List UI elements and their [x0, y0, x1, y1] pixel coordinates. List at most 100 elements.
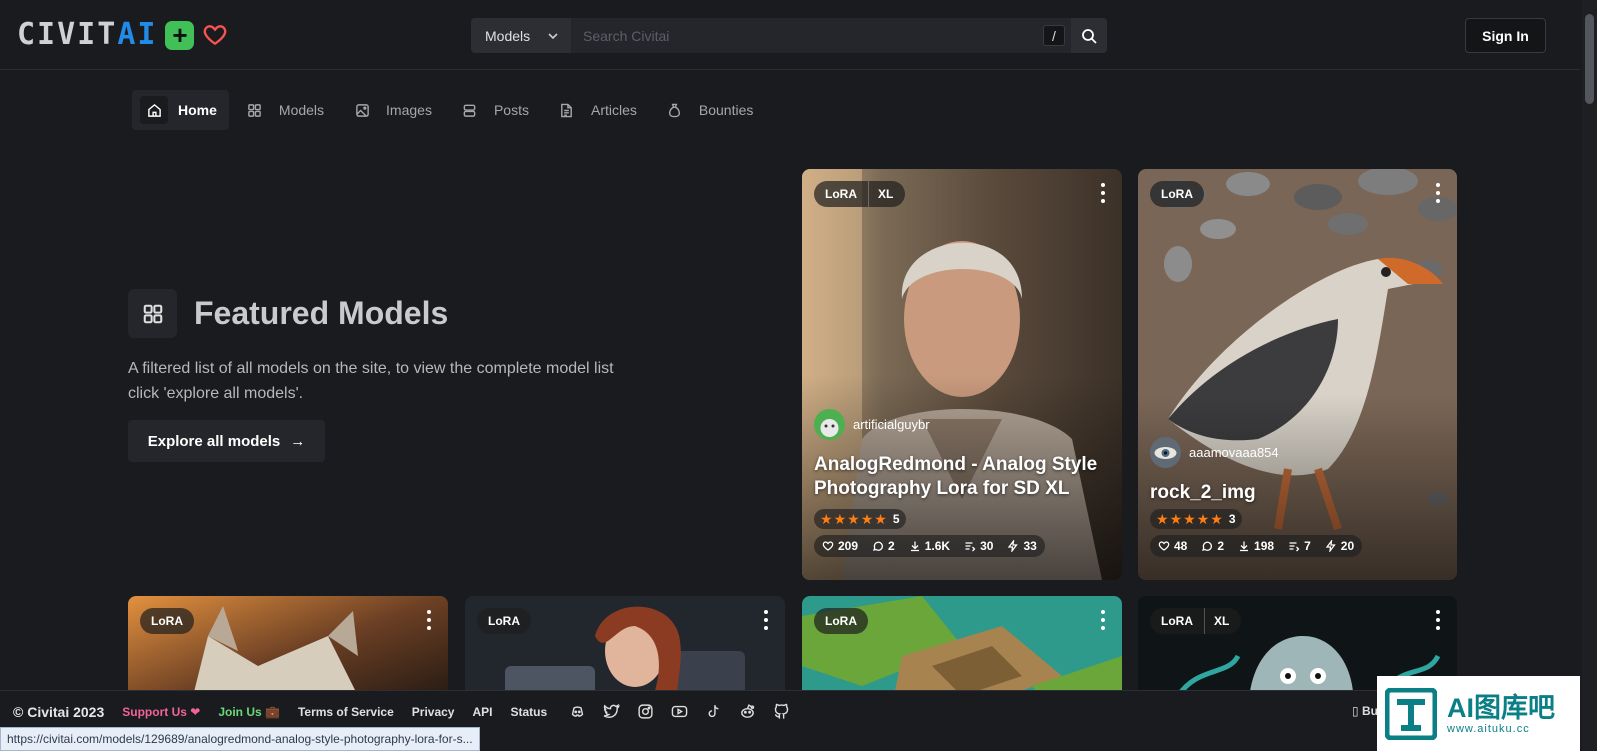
nav-item-home[interactable]: Home	[132, 90, 229, 130]
creator-info[interactable]: artificialguybr	[814, 409, 930, 440]
downloads-stat: 198	[1238, 539, 1274, 553]
badge-lora: LoRA	[1161, 187, 1193, 201]
nav-item-bounties[interactable]: Bounties	[653, 90, 765, 130]
model-card[interactable]: LoRA XL artificialguybr AnalogRedmond - …	[802, 169, 1122, 580]
card-menu-icon[interactable]	[1435, 610, 1441, 630]
avatar	[1150, 437, 1181, 468]
creator-info[interactable]: aaamovaaa854	[1150, 437, 1279, 468]
api-link[interactable]: API	[472, 705, 492, 719]
featured-description: A filtered list of all models on the sit…	[128, 360, 614, 402]
nav-item-label: Home	[178, 102, 217, 118]
comments-stat: 2	[872, 539, 895, 553]
explore-all-models-button[interactable]: Explore all models →	[128, 420, 325, 462]
status-link[interactable]: Status	[511, 705, 548, 719]
nav-item-posts[interactable]: Posts	[448, 90, 541, 130]
comments-stat: 2	[1201, 539, 1224, 553]
bolt-icon	[1325, 540, 1336, 552]
search-bar: Models /	[471, 18, 1107, 53]
rating-count: 5	[892, 512, 900, 526]
search-shortcut-key: /	[1043, 25, 1065, 46]
card-menu-icon[interactable]	[1100, 610, 1106, 630]
scrollbar-thumb[interactable]	[1585, 14, 1594, 104]
heart-icon[interactable]	[202, 22, 228, 48]
star-icon: ★	[820, 511, 833, 527]
heart-icon	[822, 541, 834, 551]
join-us-link[interactable]: Join Us 💼	[218, 705, 280, 719]
likes-stat: 209	[822, 539, 858, 553]
download-icon	[1240, 541, 1249, 552]
nav-item-images[interactable]: Images	[340, 90, 444, 130]
discord-icon[interactable]	[569, 703, 586, 720]
rating: ★ ★ ★ ★ ★ 5	[814, 509, 906, 529]
badge-lora: LoRA	[825, 187, 857, 201]
nav-item-models[interactable]: Models	[233, 90, 336, 130]
rating: ★ ★ ★ ★ ★ 3	[1150, 509, 1242, 529]
bolt-icon	[1008, 540, 1019, 552]
search-category-value: Models	[485, 27, 531, 44]
youtube-icon[interactable]	[671, 703, 688, 720]
images-stat: 7	[1288, 539, 1311, 553]
logo-wordmark: CIVITAI	[17, 17, 158, 52]
list-icon	[965, 542, 976, 552]
badge-xl: XL	[1204, 608, 1241, 634]
tiktok-icon[interactable]	[705, 703, 722, 720]
layers-icon	[456, 96, 484, 124]
card-menu-icon[interactable]	[426, 610, 432, 630]
grid-icon	[241, 96, 269, 124]
github-icon[interactable]	[773, 703, 790, 720]
copyright: © Civitai 2023	[13, 703, 105, 720]
terms-link[interactable]: Terms of Service	[298, 705, 394, 719]
search-input[interactable]	[571, 18, 1071, 53]
watermark: AI图库吧 www.aituku.cc	[1377, 676, 1580, 751]
heart-icon	[1158, 541, 1170, 551]
create-plus-icon[interactable]: +	[165, 20, 195, 50]
nav-item-label: Images	[386, 102, 432, 118]
featured-title: Featured Models	[194, 295, 449, 331]
explore-label: Explore all models	[147, 432, 281, 450]
section-nav: Home Models Images Posts Articles Bounti…	[132, 90, 765, 130]
support-us-link[interactable]: Support Us ❤	[122, 705, 200, 719]
grid-icon	[128, 289, 177, 338]
model-stats: 48 2 198 7 20	[1150, 535, 1363, 557]
card-menu-icon[interactable]	[1435, 183, 1441, 203]
footer-links: © Civitai 2023 Support Us ❤ Join Us 💼 Te…	[13, 703, 790, 720]
badge-lora: LoRA	[488, 614, 520, 628]
nav-item-label: Posts	[493, 102, 529, 118]
model-type-badges: LoRA	[1150, 181, 1204, 207]
nav-item-label: Articles	[590, 102, 637, 118]
images-stat: 30	[964, 539, 993, 553]
model-title: rock_2_img	[1150, 482, 1256, 503]
bugs-link[interactable]: ▯ Bu	[1352, 704, 1378, 718]
civitai-logo[interactable]: CIVITAI +	[17, 20, 228, 50]
search-button[interactable]	[1071, 18, 1107, 53]
file-text-icon	[553, 96, 581, 124]
tips-stat: 20	[1325, 539, 1354, 553]
image-icon	[348, 96, 376, 124]
privacy-link[interactable]: Privacy	[412, 705, 455, 719]
home-icon	[140, 96, 168, 124]
star-icon: ★	[860, 511, 874, 527]
creator-name: aaamovaaa854	[1189, 445, 1279, 460]
model-type-badges: LoRA	[140, 608, 194, 634]
browser-status-url: https://civitai.com/models/129689/analog…	[0, 727, 480, 751]
star-icon: ★	[1169, 511, 1183, 527]
search-category-select[interactable]: Models	[471, 18, 571, 53]
page-scrollbar[interactable]	[1582, 0, 1597, 751]
model-type-badges: LoRA XL	[814, 181, 906, 207]
instagram-icon[interactable]	[637, 703, 654, 720]
twitter-icon[interactable]	[603, 703, 621, 720]
social-icons	[569, 703, 790, 720]
model-type-badges: LoRA	[814, 608, 868, 634]
badge-xl: XL	[868, 181, 905, 207]
sign-in-button[interactable]: Sign In	[1465, 18, 1546, 53]
moneybag-icon	[661, 96, 689, 124]
model-card[interactable]: LoRA aaamovaaa854 rock_2_img ★ ★ ★ ★ ★ 3 48 …	[1138, 169, 1457, 580]
reddit-icon[interactable]	[739, 703, 756, 720]
model-stats: 209 2 1.6K 30 33	[814, 535, 1045, 557]
card-menu-icon[interactable]	[763, 610, 769, 630]
star-icon: ★	[1196, 511, 1210, 527]
nav-item-articles[interactable]: Articles	[545, 90, 649, 130]
badge-lora: LoRA	[151, 614, 183, 628]
nav-item-label: Bounties	[698, 102, 754, 118]
card-menu-icon[interactable]	[1100, 183, 1106, 203]
